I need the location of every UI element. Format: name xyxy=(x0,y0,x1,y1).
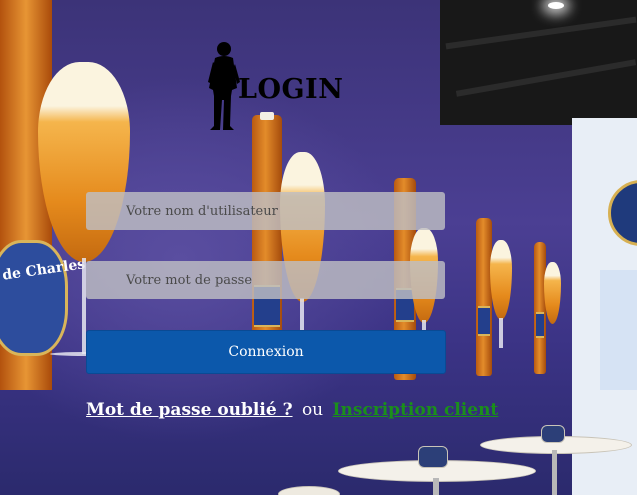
tabletop-display xyxy=(541,425,565,443)
username-input[interactable] xyxy=(86,192,445,230)
table-stand xyxy=(552,450,557,495)
beer-bottle xyxy=(252,115,282,360)
ceiling xyxy=(440,0,637,125)
chair xyxy=(278,486,340,495)
forgot-password-link[interactable]: Mot de passe oublié ? xyxy=(86,400,293,420)
beer-bottle xyxy=(476,218,492,376)
auth-links: Mot de passe oublié ? ou Inscription cli… xyxy=(86,400,498,420)
login-logo-text: LOGIN xyxy=(238,74,344,105)
beer-bottle xyxy=(534,242,546,374)
link-separator: ou xyxy=(301,400,324,420)
table-stand xyxy=(433,478,439,495)
ceiling-spotlight xyxy=(548,2,564,9)
password-input[interactable] xyxy=(86,261,445,299)
left-bottle-label xyxy=(0,240,68,356)
right-wall-panel xyxy=(600,270,637,390)
tabletop-display xyxy=(418,446,448,468)
glass-stem xyxy=(499,318,503,348)
signup-link[interactable]: Inscription client xyxy=(333,400,499,420)
login-button[interactable]: Connexion xyxy=(86,330,446,374)
